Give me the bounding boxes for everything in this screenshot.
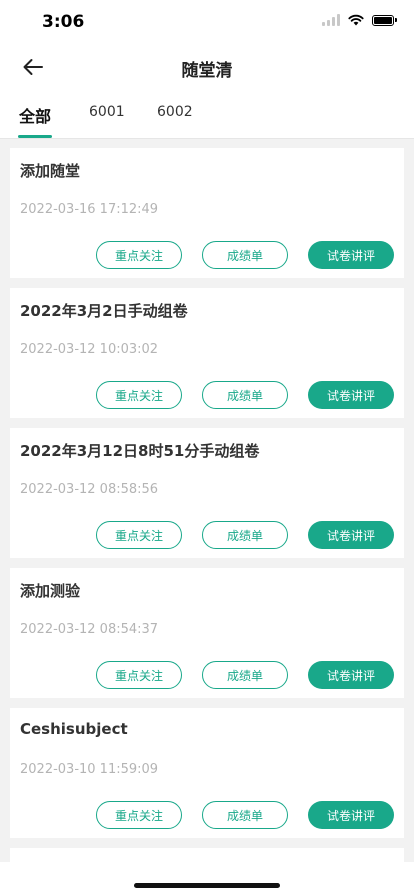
item-actions: 重点关注 成绩单 试卷讲评 — [96, 241, 394, 269]
item-title: 2022年3月12日8时51分手动组卷 — [20, 442, 260, 460]
report-card-button[interactable]: 成绩单 — [202, 661, 288, 689]
paper-review-button[interactable]: 试卷讲评 — [308, 381, 394, 409]
report-card-button[interactable]: 成绩单 — [202, 521, 288, 549]
item-title: Ceshisubject — [20, 720, 128, 738]
item-date: 2022-03-16 17:12:49 — [20, 202, 159, 217]
status-time: 3:06 — [42, 12, 85, 32]
item-title: 添加测验 — [20, 582, 81, 600]
status-bar: 3:06 — [0, 0, 414, 44]
report-card-button[interactable]: 成绩单 — [202, 241, 288, 269]
battery-icon — [372, 14, 397, 26]
home-indicator[interactable] — [134, 883, 280, 888]
active-tab-indicator — [18, 135, 52, 138]
item-actions: 重点关注 成绩单 试卷讲评 — [96, 521, 394, 549]
list-item: 添加随堂 2022-03-16 17:12:49 重点关注 成绩单 试卷讲评 — [10, 148, 404, 278]
tab-bar: 全部 6001 6002 — [0, 90, 414, 139]
item-title: 2022年3月2日手动组卷 — [20, 302, 188, 320]
tab-all[interactable]: 全部 — [19, 103, 51, 127]
item-title: 添加随堂 — [20, 162, 81, 180]
item-date: 2022-03-10 11:59:09 — [20, 762, 159, 777]
focus-button[interactable]: 重点关注 — [96, 521, 182, 549]
paper-review-button[interactable]: 试卷讲评 — [308, 661, 394, 689]
focus-button[interactable]: 重点关注 — [96, 661, 182, 689]
list-item: 2022年3月12日8时51分手动组卷 2022-03-12 08:58:56 … — [10, 428, 404, 558]
tab-6002[interactable]: 6002 — [157, 104, 193, 120]
item-actions: 重点关注 成绩单 试卷讲评 — [96, 381, 394, 409]
status-icons — [322, 14, 397, 26]
list-item: Ceshisubject 2022-03-10 11:59:09 重点关注 成绩… — [10, 708, 404, 838]
tab-6001[interactable]: 6001 — [89, 104, 125, 120]
report-card-button[interactable]: 成绩单 — [202, 381, 288, 409]
item-date: 2022-03-12 08:58:56 — [20, 482, 159, 497]
wifi-icon — [348, 14, 364, 26]
nav-bar: 随堂清 — [0, 44, 414, 90]
home-area — [0, 862, 414, 896]
item-date: 2022-03-12 10:03:02 — [20, 342, 159, 357]
list-item: 添加测验 2022-03-12 08:54:37 重点关注 成绩单 试卷讲评 — [10, 568, 404, 698]
signal-icon — [322, 14, 340, 26]
paper-review-button[interactable]: 试卷讲评 — [308, 801, 394, 829]
report-card-button[interactable]: 成绩单 — [202, 801, 288, 829]
paper-review-button[interactable]: 试卷讲评 — [308, 241, 394, 269]
focus-button[interactable]: 重点关注 — [96, 241, 182, 269]
focus-button[interactable]: 重点关注 — [96, 801, 182, 829]
item-actions: 重点关注 成绩单 试卷讲评 — [96, 661, 394, 689]
item-actions: 重点关注 成绩单 试卷讲评 — [96, 801, 394, 829]
quiz-list: 添加随堂 2022-03-16 17:12:49 重点关注 成绩单 试卷讲评 2… — [10, 148, 404, 848]
item-date: 2022-03-12 08:54:37 — [20, 622, 159, 637]
focus-button[interactable]: 重点关注 — [96, 381, 182, 409]
paper-review-button[interactable]: 试卷讲评 — [308, 521, 394, 549]
list-item: 2022年3月2日手动组卷 2022-03-12 10:03:02 重点关注 成… — [10, 288, 404, 418]
page-title: 随堂清 — [181, 61, 233, 81]
